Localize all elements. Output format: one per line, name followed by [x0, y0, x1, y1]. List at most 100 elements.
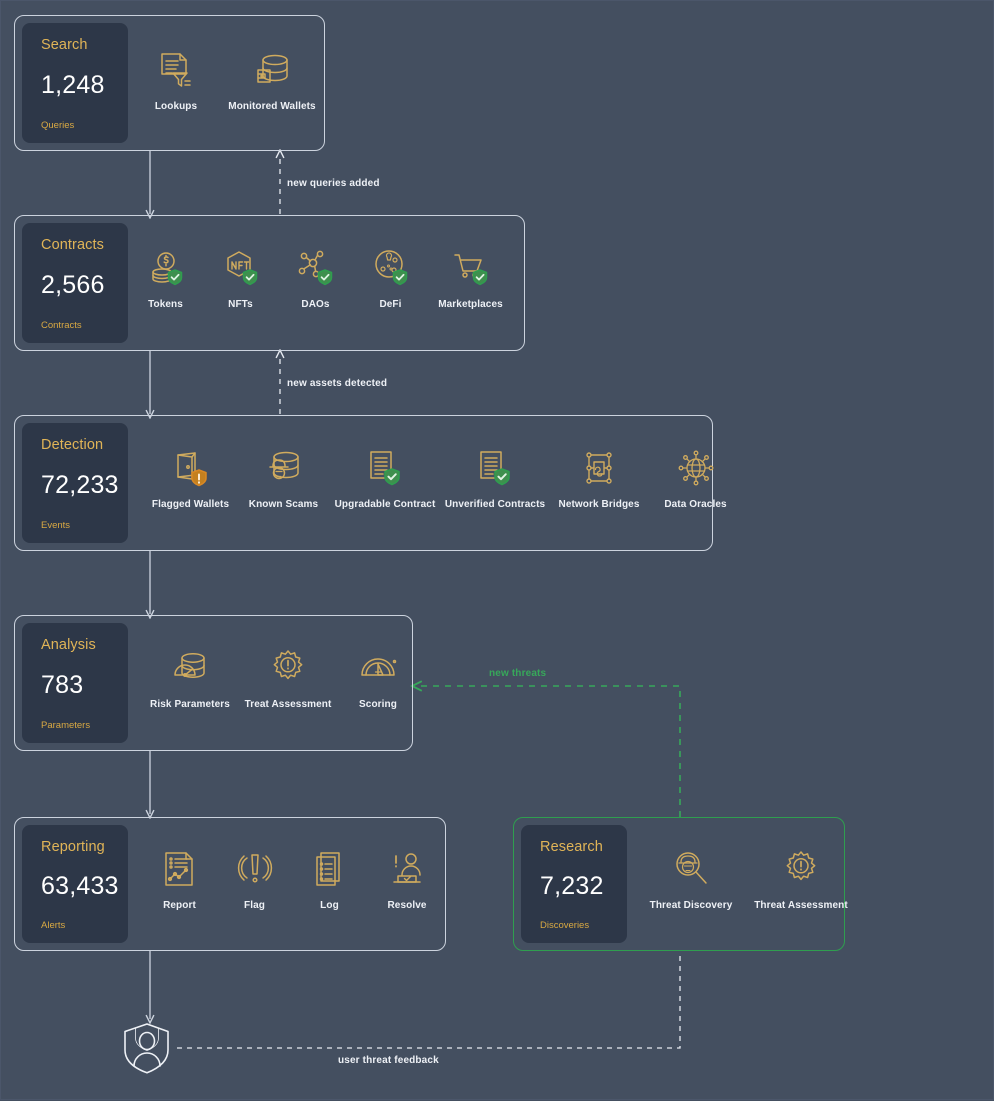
- database-gauge-icon: [166, 644, 214, 692]
- globe-oracle-icon: [672, 444, 720, 492]
- stage-items: Lookups Monitored Wallets: [128, 16, 324, 150]
- stat-value: 7,232: [540, 872, 604, 900]
- database-wallet-icon: [248, 46, 296, 94]
- stat-value: 783: [41, 671, 84, 699]
- stat-title: Search: [41, 37, 88, 53]
- item-label: Network Bridges: [558, 499, 640, 510]
- item-report[interactable]: Report: [142, 845, 217, 911]
- coin-stack-shield-icon: [142, 244, 190, 292]
- statcard-search: Search 1,248 Queries: [22, 23, 128, 143]
- stat-label: Events: [41, 520, 71, 531]
- item-label: DAOs: [301, 299, 330, 310]
- item-network-bridges[interactable]: Network Bridges: [550, 444, 648, 510]
- statcard-analysis: Analysis 783 Parameters: [22, 623, 128, 743]
- item-upgradable-contract[interactable]: Upgradable Contract: [330, 444, 440, 510]
- stat-title: Contracts: [41, 237, 104, 253]
- stage-analysis[interactable]: Analysis 783 Parameters Risk Parameters: [14, 615, 413, 751]
- stat-title: Detection: [41, 437, 104, 453]
- stage-reporting[interactable]: Reporting 63,433 Alerts Report Flag Log …: [14, 817, 446, 951]
- stat-label: Contracts: [41, 320, 82, 331]
- document-check-shield-icon: [361, 444, 409, 492]
- connector-label-user-threat-feedback: user threat feedback: [338, 1055, 439, 1066]
- stage-items: Risk Parameters Treat Assessment Scoring: [128, 616, 418, 750]
- stat-value: 1,248: [41, 71, 105, 99]
- user-shield-icon: [124, 1023, 169, 1074]
- item-label: Marketplaces: [438, 299, 503, 310]
- item-log[interactable]: Log: [292, 845, 367, 911]
- item-label: Treat Assessment: [244, 699, 332, 710]
- network-bridge-icon: [575, 444, 623, 492]
- statcard-reporting: Reporting 63,433 Alerts: [22, 825, 128, 943]
- item-label: DeFi: [379, 299, 402, 310]
- item-label: Threat Assessment: [754, 900, 848, 911]
- item-treat-assessment[interactable]: Treat Assessment: [238, 644, 338, 710]
- item-tokens[interactable]: Tokens: [128, 244, 203, 310]
- statcard-detection: Detection 72,233 Events: [22, 423, 128, 543]
- item-label: Risk Parameters: [150, 699, 230, 710]
- magnifier-thief-icon: [667, 845, 715, 893]
- item-defi[interactable]: DeFi: [353, 244, 428, 310]
- item-unverified-contracts[interactable]: Unverified Contracts: [440, 444, 550, 510]
- item-label: Monitored Wallets: [228, 101, 316, 112]
- speedometer-icon: [354, 644, 402, 692]
- item-resolve[interactable]: Resolve: [367, 845, 447, 911]
- wallet-alert-shield-icon: [167, 444, 215, 492]
- stage-contracts[interactable]: Contracts 2,566 Contracts Tokens NFTs DA…: [14, 215, 525, 351]
- item-monitored-wallets[interactable]: Monitored Wallets: [224, 46, 320, 112]
- item-label: Scoring: [359, 699, 397, 710]
- stat-label: Discoveries: [540, 920, 590, 931]
- item-label: Tokens: [148, 299, 183, 310]
- item-label: Resolve: [387, 900, 427, 911]
- stat-value: 72,233: [41, 471, 119, 499]
- item-label: Log: [320, 900, 339, 911]
- connector-label-new-threats: new threats: [489, 668, 547, 679]
- item-label: Flagged Wallets: [151, 499, 230, 510]
- stage-items: Report Flag Log Resolve: [128, 818, 447, 950]
- item-label: NFTs: [228, 299, 253, 310]
- item-label: Threat Discovery: [649, 900, 733, 911]
- item-threat-discovery[interactable]: Threat Discovery: [641, 845, 741, 911]
- stage-detection[interactable]: Detection 72,233 Events Flagged Wallets: [14, 415, 727, 551]
- stat-title: Research: [540, 839, 603, 855]
- stage-items: Threat Discovery Threat Assessment: [627, 818, 861, 950]
- item-label: Unverified Contracts: [444, 499, 546, 510]
- stat-title: Analysis: [41, 637, 96, 653]
- stage-research[interactable]: Research 7,232 Discoveries Threat Discov…: [513, 817, 848, 951]
- document-filter-icon: [152, 46, 200, 94]
- document-chart-icon: [156, 845, 204, 893]
- stage-search[interactable]: Search 1,248 Queries Lookups Monitored W…: [14, 15, 325, 151]
- database-thief-icon: [260, 444, 308, 492]
- stage-items: Flagged Wallets Known Scams Upgradable C…: [128, 416, 743, 550]
- person-desk-check-icon: [383, 845, 431, 893]
- alert-broadcast-icon: [231, 845, 279, 893]
- item-risk-parameters[interactable]: Risk Parameters: [142, 644, 238, 710]
- defi-circle-shield-icon: [367, 244, 415, 292]
- gear-alert-icon: [777, 845, 825, 893]
- stat-title: Reporting: [41, 839, 105, 855]
- item-known-scams[interactable]: Known Scams: [237, 444, 330, 510]
- user-shield-node[interactable]: [118, 1019, 176, 1077]
- item-data-oracles[interactable]: Data Oracles: [648, 444, 743, 510]
- statcard-contracts: Contracts 2,566 Contracts: [22, 223, 128, 343]
- connector-label-new-assets-detected: new assets detected: [287, 378, 388, 389]
- stat-value: 2,566: [41, 271, 105, 299]
- network-nodes-shield-icon: [292, 244, 340, 292]
- item-label: Known Scams: [248, 499, 319, 510]
- statcard-research: Research 7,232 Discoveries: [521, 825, 627, 943]
- stat-label: Queries: [41, 120, 75, 131]
- item-flagged-wallets[interactable]: Flagged Wallets: [144, 444, 237, 510]
- item-daos[interactable]: DAOs: [278, 244, 353, 310]
- stat-label: Parameters: [41, 720, 91, 731]
- nft-hexagon-shield-icon: [217, 244, 265, 292]
- item-label: Upgradable Contract: [334, 499, 436, 510]
- item-label: Lookups: [154, 101, 198, 112]
- item-nfts[interactable]: NFTs: [203, 244, 278, 310]
- shopping-cart-shield-icon: [447, 244, 495, 292]
- item-marketplaces[interactable]: Marketplaces: [428, 244, 513, 310]
- item-lookups[interactable]: Lookups: [128, 46, 224, 112]
- stat-label: Alerts: [41, 920, 66, 931]
- item-threat-assessment[interactable]: Threat Assessment: [741, 845, 861, 911]
- item-flag[interactable]: Flag: [217, 845, 292, 911]
- item-scoring[interactable]: Scoring: [338, 644, 418, 710]
- item-label: Report: [163, 900, 196, 911]
